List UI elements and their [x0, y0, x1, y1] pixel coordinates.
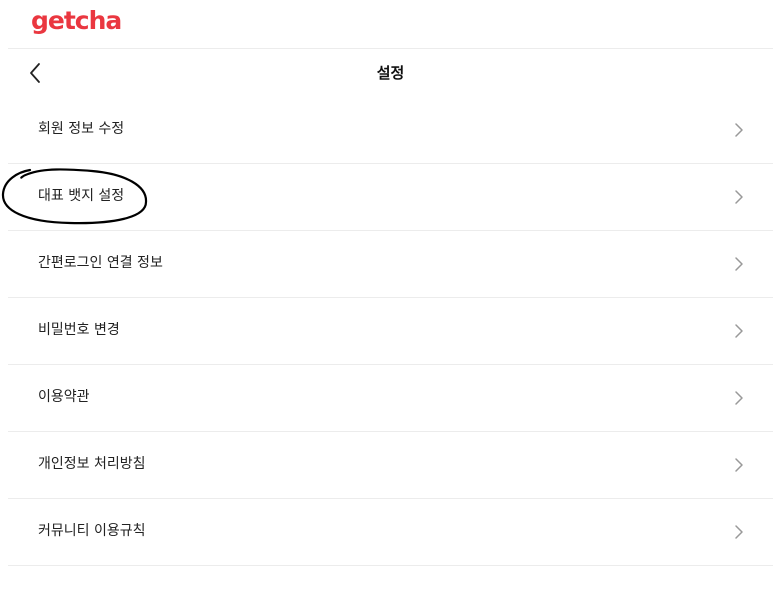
menu-item-label: 이용약관	[38, 389, 90, 405]
menu-item-label: 커뮤니티 이용규칙	[38, 523, 146, 539]
chevron-right-icon	[735, 123, 743, 137]
chevron-right-icon	[735, 324, 743, 338]
chevron-right-icon	[735, 458, 743, 472]
settings-menu-list: 회원 정보 수정 대표 뱃지 설정 간편로그인 연결 정보 비밀번호 변경 이용…	[8, 97, 773, 566]
menu-item-representative-badge[interactable]: 대표 뱃지 설정	[8, 164, 773, 231]
settings-screen: getcha 설정 회원 정보 수정 대표 뱃지 설정 간편로그인 연결 정보	[0, 0, 773, 590]
getcha-logo[interactable]: getcha	[31, 6, 122, 36]
nav-header: 설정	[8, 49, 773, 97]
chevron-right-icon	[735, 391, 743, 405]
menu-item-label: 회원 정보 수정	[38, 121, 125, 137]
chevron-right-icon	[735, 190, 743, 204]
chevron-right-icon	[735, 257, 743, 271]
chevron-right-icon	[735, 525, 743, 539]
menu-item-terms[interactable]: 이용약관	[8, 365, 773, 432]
page-title: 설정	[376, 64, 405, 82]
menu-item-label: 비밀번호 변경	[38, 322, 120, 338]
menu-item-privacy-policy[interactable]: 개인정보 처리방침	[8, 432, 773, 499]
menu-item-social-login[interactable]: 간편로그인 연결 정보	[8, 231, 773, 298]
menu-item-label: 개인정보 처리방침	[38, 456, 146, 472]
brand-bar: getcha	[8, 0, 773, 49]
menu-item-change-password[interactable]: 비밀번호 변경	[8, 298, 773, 365]
menu-item-community-rules[interactable]: 커뮤니티 이용규칙	[8, 499, 773, 566]
menu-item-label: 대표 뱃지 설정	[38, 188, 125, 204]
menu-item-edit-profile[interactable]: 회원 정보 수정	[8, 97, 773, 164]
menu-item-label: 간편로그인 연결 정보	[38, 255, 163, 271]
